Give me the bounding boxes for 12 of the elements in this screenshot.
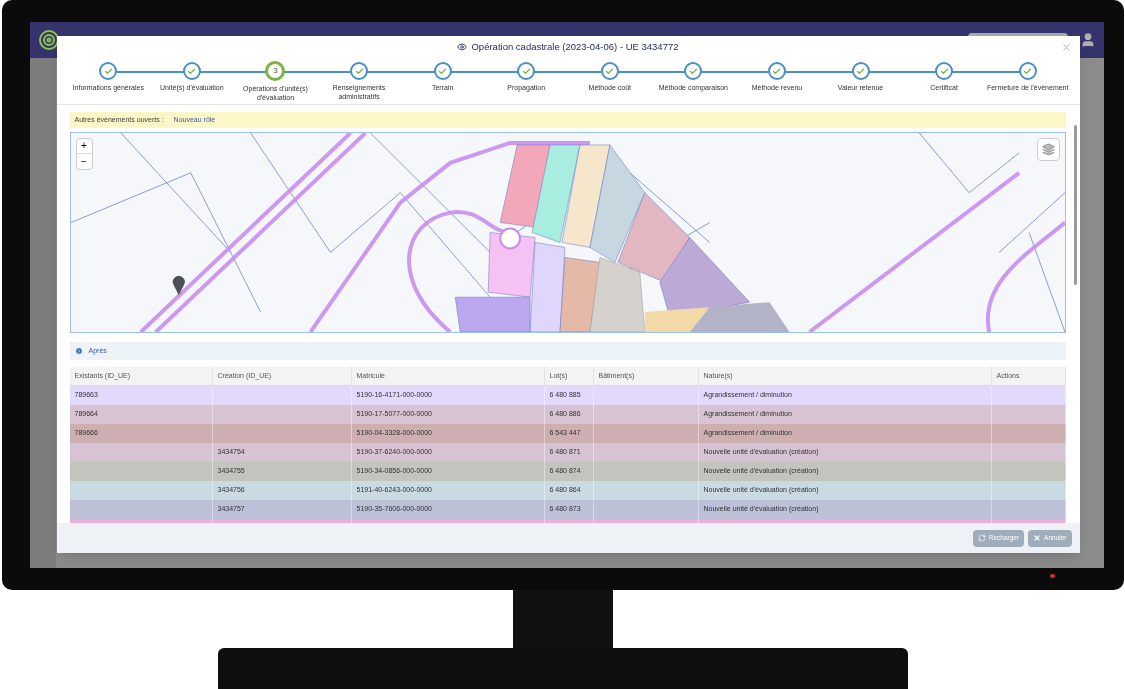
close-icon xyxy=(1033,534,1042,542)
modal-title: Opération cadastrale (2023-04-06) - UE 3434772 xyxy=(457,39,679,55)
eye-icon xyxy=(457,42,468,52)
logo-icon xyxy=(37,29,60,51)
scrollbar-thumb[interactable] xyxy=(1073,125,1077,285)
layers-button[interactable] xyxy=(1036,138,1060,161)
zoom-in-button[interactable]: + xyxy=(76,139,92,154)
zoom-out-button[interactable]: − xyxy=(76,154,92,169)
power-light-icon xyxy=(1049,574,1055,578)
close-button[interactable] xyxy=(1060,42,1072,53)
layers-icon xyxy=(1041,143,1055,156)
refresh-icon xyxy=(977,534,986,542)
